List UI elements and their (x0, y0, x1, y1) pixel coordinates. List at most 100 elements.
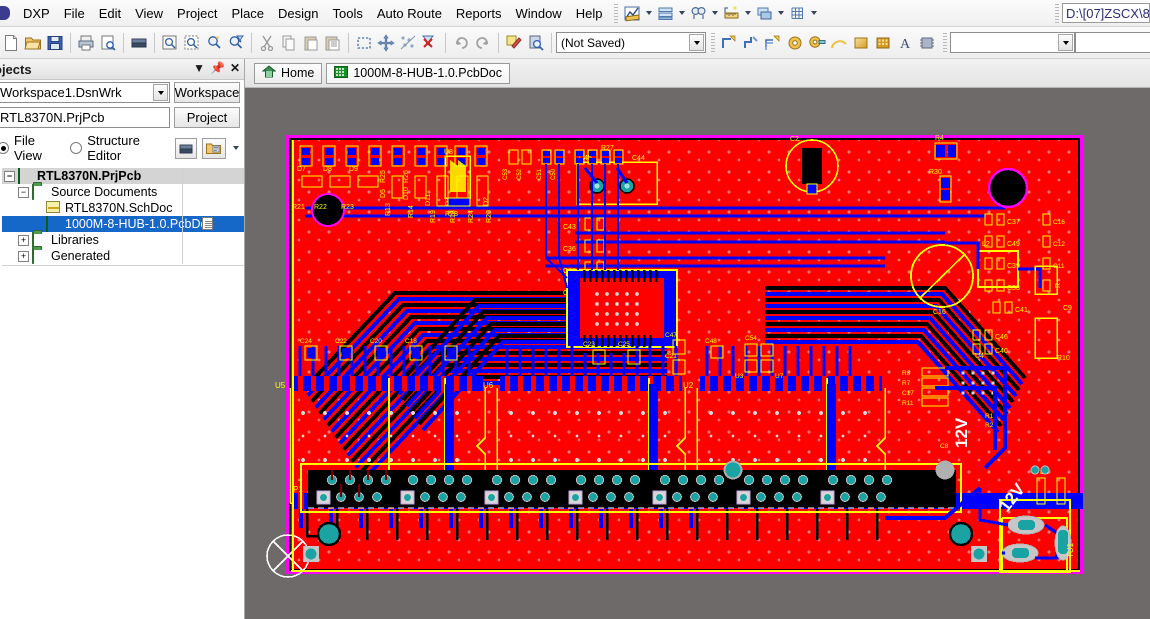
project-select[interactable]: RTL8370N.PrjPcb (0, 107, 170, 128)
tree-expander-plus-icon[interactable]: + (18, 250, 29, 262)
menu-item-place[interactable]: Place (225, 2, 272, 25)
layer-stack-dropdown[interactable] (775, 2, 786, 24)
grid-dropdown[interactable] (808, 2, 819, 24)
place-toolbar-grip[interactable] (711, 33, 715, 52)
zoom-filter-icon[interactable] (225, 32, 247, 54)
path-toolbar-grip[interactable] (1055, 3, 1059, 23)
paste-icon[interactable] (300, 32, 322, 54)
place-string-icon[interactable]: A (894, 32, 916, 54)
layer-toolbar-grip[interactable] (943, 33, 947, 52)
design-rule-check-icon[interactable] (621, 2, 643, 24)
tree-expander-none (32, 219, 43, 230)
place-component-icon[interactable] (916, 32, 938, 54)
pin-icon[interactable]: 📌 (210, 61, 225, 75)
menu-item-edit[interactable]: Edit (92, 2, 128, 25)
menu-item-window[interactable]: Window (508, 2, 568, 25)
radio-file-view[interactable] (0, 142, 9, 154)
layer-select[interactable] (950, 32, 1075, 53)
tree-item-schematic-document[interactable]: RTL8370N.SchDoc (2, 200, 244, 216)
grid-icon[interactable] (786, 2, 808, 24)
place-via-icon[interactable] (806, 32, 828, 54)
zoom-area-icon[interactable] (159, 32, 181, 54)
tab-home[interactable]: Home (254, 62, 323, 84)
pcb-canvas[interactable]: R21R22R23 D7D8D9 D5 D10 D11 D3 D4 D2 R13… (245, 88, 1150, 619)
place-differential-pair-icon[interactable] (762, 32, 784, 54)
browse-components-icon[interactable] (525, 32, 547, 54)
menu-item-design[interactable]: Design (271, 2, 325, 25)
home-icon (261, 65, 277, 81)
tree-item-source-documents[interactable]: − Source Documents (2, 184, 244, 200)
open-project-dropdown[interactable] (231, 137, 240, 159)
workspace-select[interactable]: Workspace1.DsnWrk (0, 82, 170, 103)
undo-icon[interactable] (450, 32, 472, 54)
find-similar-objects-icon[interactable] (687, 2, 709, 24)
tree-expander-minus-icon[interactable]: − (4, 170, 15, 182)
redo-icon[interactable] (472, 32, 494, 54)
clear-filter-icon[interactable] (419, 32, 441, 54)
layer-select-arrow[interactable] (1058, 34, 1073, 51)
board-layers-dropdown[interactable] (676, 2, 687, 24)
highlight-icon[interactable] (503, 32, 525, 54)
svg-text:R25: R25 (380, 170, 387, 183)
document-path-field[interactable]: D:\[07]ZSCX\8 (1062, 3, 1150, 23)
save-document-icon[interactable] (44, 32, 66, 54)
zoom-selected-icon[interactable] (181, 32, 203, 54)
board-layers-icon[interactable] (128, 32, 150, 54)
new-document-icon[interactable] (0, 32, 22, 54)
workspace-button[interactable]: Workspace (174, 82, 240, 103)
measure-dropdown[interactable] (742, 2, 753, 24)
menu-item-auto-route[interactable]: Auto Route (370, 2, 449, 25)
place-polygon-icon[interactable] (872, 32, 894, 54)
svg-text:C37: C37 (1007, 219, 1020, 226)
paste-special-icon[interactable] (322, 32, 344, 54)
measure-icon[interactable] (720, 2, 742, 24)
close-icon[interactable]: ✕ (230, 61, 240, 75)
menu-item-help[interactable]: Help (569, 2, 610, 25)
place-fill-icon[interactable] (850, 32, 872, 54)
copy-icon[interactable] (278, 32, 300, 54)
menu-item-file[interactable]: File (57, 2, 92, 25)
radio-structure-editor[interactable] (70, 142, 83, 154)
place-interactive-route-icon[interactable] (740, 32, 762, 54)
layer-stack-icon[interactable] (753, 2, 775, 24)
open-project-icon[interactable] (202, 137, 226, 159)
board-layers-icon[interactable] (175, 137, 197, 159)
variant-select-arrow[interactable] (689, 34, 704, 51)
toolbar-grip[interactable] (614, 3, 619, 23)
align-icon[interactable] (397, 32, 419, 54)
menu-item-tools[interactable]: Tools (326, 2, 370, 25)
variant-select[interactable]: (Not Saved) (556, 32, 706, 53)
menu-item-view[interactable]: View (128, 2, 170, 25)
select-area-icon[interactable] (353, 32, 375, 54)
place-pad-icon[interactable] (784, 32, 806, 54)
print-preview-icon[interactable] (97, 32, 119, 54)
menu-item-project[interactable]: Project (170, 2, 224, 25)
design-rule-check-dropdown[interactable] (643, 2, 654, 24)
open-document-icon[interactable] (22, 32, 44, 54)
net-select[interactable] (1075, 32, 1150, 53)
cut-icon[interactable] (256, 32, 278, 54)
print-icon[interactable] (75, 32, 97, 54)
menu-item-dxp[interactable]: DXP (16, 2, 57, 25)
tree-expander-plus-icon[interactable]: + (18, 234, 29, 246)
svg-text:C54: C54 (745, 335, 757, 342)
move-icon[interactable] (375, 32, 397, 54)
project-button[interactable]: Project (174, 107, 240, 128)
svg-text:C53: C53 (503, 168, 509, 180)
menu-label: Project (177, 5, 218, 21)
place-arc-icon[interactable] (828, 32, 850, 54)
zoom-in-icon[interactable] (203, 32, 225, 54)
find-similar-objects-dropdown[interactable] (709, 2, 720, 24)
workspace-select-arrow[interactable] (153, 84, 168, 101)
chevron-down-icon[interactable]: ▼ (193, 61, 205, 75)
tree-item-generated[interactable]: + Generated (2, 248, 244, 264)
menu-item-reports[interactable]: Reports (449, 2, 509, 25)
pcb-board-render[interactable]: R21R22R23 D7D8D9 D5 D10 D11 D3 D4 D2 R13… (245, 88, 1150, 619)
tab-pcb-document[interactable]: 1000M-8-HUB-1.0.PcbDoc (326, 62, 511, 84)
place-track-icon[interactable] (718, 32, 740, 54)
tree-expander-minus-icon[interactable]: − (18, 186, 29, 198)
board-layers-icon[interactable] (654, 2, 676, 24)
svg-text:D5: D5 (380, 189, 387, 198)
svg-text:D8: D8 (323, 166, 332, 173)
pad-hole-bl (305, 548, 317, 560)
